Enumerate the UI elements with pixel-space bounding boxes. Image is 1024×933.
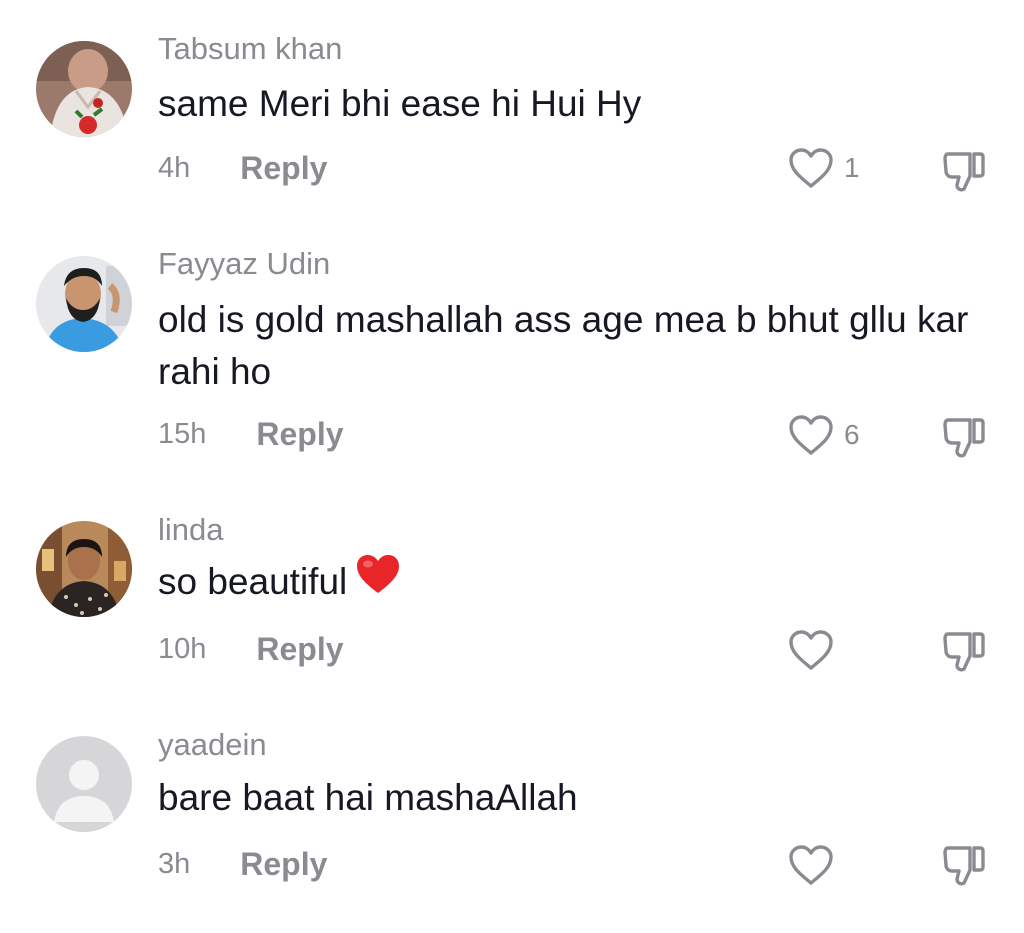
reply-button[interactable]: Reply [256,416,343,453]
avatar[interactable] [36,41,132,137]
dislike-button[interactable] [940,626,990,676]
dislike-button[interactable] [940,840,990,890]
username[interactable]: Tabsum khan [158,31,342,67]
avatar[interactable] [36,521,132,617]
like-count: 1 [844,152,860,183]
timestamp: 15h [158,417,207,450]
avatar-image [36,41,132,137]
comment-text: bare baat hai mashaAllah [158,772,998,824]
like-count: 6 [844,419,860,450]
heart-outline-icon [789,148,833,188]
comment-text-body: so beautiful [158,561,348,602]
comment-text: same Meri bhi ease hi Hui Hy [158,78,998,130]
like-button[interactable] [788,842,834,888]
dislike-button[interactable] [940,412,990,462]
username[interactable]: Fayyaz Udin [158,246,330,282]
comment-item: Tabsum khan same Meri bhi ease hi Hui Hy… [0,0,1024,215]
timestamp: 3h [158,847,191,880]
username[interactable]: yaadein [158,727,267,763]
comment-meta: 4h Reply [158,148,327,188]
avatar-image [36,256,132,352]
dislike-button[interactable] [940,146,990,196]
avatar-image [36,521,132,617]
thumbs-down-icon [943,632,985,672]
username[interactable]: linda [158,512,224,548]
thumbs-down-icon [943,152,985,192]
heart-outline-icon [789,630,833,670]
timestamp: 4h [158,151,191,184]
like-button[interactable]: 6 [788,412,860,458]
reply-button[interactable]: Reply [240,150,327,187]
comment-text: old is gold mashallah ass age mea b bhut… [158,294,998,398]
avatar[interactable] [36,256,132,352]
comment-text-body: same Meri bhi ease hi Hui Hy [158,83,642,124]
comment-meta: 3h Reply [158,844,327,884]
comment-meta: 15h Reply [158,414,344,454]
reply-button[interactable]: Reply [240,846,327,883]
comment-text: so beautiful [158,553,998,609]
heart-outline-icon [789,415,833,455]
comment-text-body: bare baat hai mashaAllah [158,777,578,818]
comment-meta: 10h Reply [158,629,344,669]
timestamp: 10h [158,632,207,665]
heart-outline-icon [789,845,833,885]
reply-button[interactable]: Reply [256,631,343,668]
thumbs-down-icon [943,418,985,458]
thumbs-down-icon [943,846,985,886]
like-button[interactable]: 1 [788,145,860,191]
red-heart-emoji [355,553,401,609]
like-button[interactable] [788,627,834,673]
avatar[interactable] [36,736,132,832]
comment-text-body: old is gold mashallah ass age mea b bhut… [158,299,969,392]
default-avatar-icon [36,736,132,832]
